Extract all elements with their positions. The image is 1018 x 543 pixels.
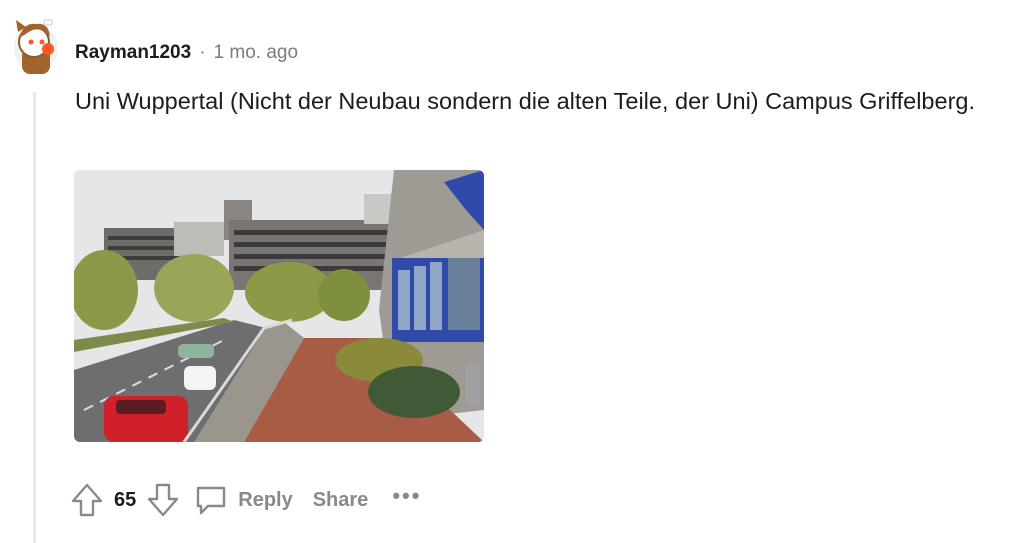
- comment-image[interactable]: [74, 170, 484, 442]
- comment-actions: 65 Reply Share •••: [70, 480, 421, 520]
- reply-icon: [194, 483, 228, 517]
- comment-body: Uni Wuppertal (Nicht der Neubau sondern …: [75, 88, 975, 114]
- thread-line[interactable]: [33, 92, 36, 543]
- downvote-icon[interactable]: [146, 482, 180, 518]
- share-button[interactable]: Share: [313, 489, 369, 512]
- upvote-icon[interactable]: [70, 482, 104, 518]
- meta-separator: ·: [199, 42, 206, 63]
- author-name[interactable]: Rayman1203: [75, 42, 191, 64]
- share-label: Share: [312, 488, 369, 511]
- more-options-button[interactable]: •••: [392, 483, 421, 517]
- vote-count: 65: [114, 488, 137, 511]
- comment-timestamp[interactable]: 1 mo. ago: [214, 42, 299, 64]
- user-avatar[interactable]: [10, 14, 62, 76]
- reply-button[interactable]: Reply: [194, 483, 293, 517]
- reply-label: Reply: [238, 488, 293, 511]
- comment-meta: Rayman1203 · 1 mo. ago: [75, 40, 298, 66]
